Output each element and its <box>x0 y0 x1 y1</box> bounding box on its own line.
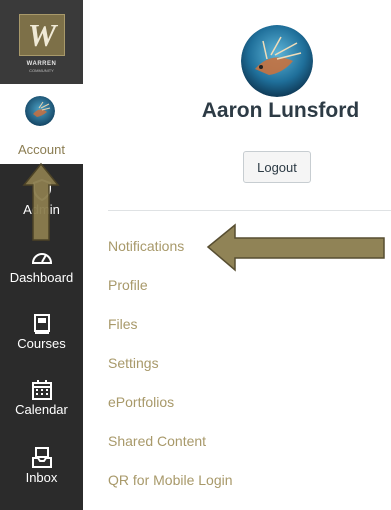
book-icon <box>33 314 50 334</box>
global-nav-calendar[interactable]: Calendar <box>0 378 83 418</box>
profile-avatar <box>241 25 313 97</box>
logout-button[interactable]: Logout <box>243 151 311 183</box>
w-logo-icon: W <box>20 15 64 55</box>
menu-link-eportfolios[interactable]: ePortfolios <box>108 394 174 410</box>
global-nav-account-label: Account <box>18 142 65 157</box>
logo-subtext: COMMUNITY <box>29 68 54 73</box>
global-nav-dashboard-label: Dashboard <box>9 270 74 285</box>
global-nav-admin-label: Admin <box>23 202 60 217</box>
global-navigation: W WARREN COMMUNITY Account Admin Dashboa… <box>0 0 83 510</box>
global-nav-dashboard[interactable]: Dashboard <box>0 246 83 286</box>
avatar-icon <box>25 96 55 126</box>
global-nav-admin[interactable]: Admin <box>0 178 83 218</box>
global-nav-courses[interactable]: Courses <box>0 312 83 352</box>
menu-link-notifications[interactable]: Notifications <box>108 238 184 254</box>
logo-mark: W <box>19 14 65 56</box>
logo-text: WARREN <box>26 61 57 67</box>
menu-link-shared-content[interactable]: Shared Content <box>108 433 206 449</box>
calendar-icon <box>31 380 52 400</box>
menu-link-files[interactable]: Files <box>108 316 138 332</box>
global-nav-calendar-label: Calendar <box>15 402 68 417</box>
svg-text:W: W <box>28 17 59 53</box>
divider <box>108 210 391 211</box>
global-nav-inbox-label: Inbox <box>25 470 58 485</box>
global-nav-courses-label: Courses <box>17 336 66 351</box>
menu-link-qr-mobile-login[interactable]: QR for Mobile Login <box>108 472 233 488</box>
global-nav-inbox[interactable]: Inbox <box>0 446 83 486</box>
menu-link-settings[interactable]: Settings <box>108 355 159 371</box>
canvas-account-tray: W WARREN COMMUNITY Account Admin Dashboa… <box>0 0 391 510</box>
left-arrow-annotation <box>206 223 385 272</box>
institution-logo[interactable]: W WARREN COMMUNITY <box>0 0 83 84</box>
global-nav-account[interactable]: Account <box>0 84 83 164</box>
speedometer-icon <box>31 253 52 264</box>
menu-link-profile[interactable]: Profile <box>108 277 148 293</box>
shield-icon <box>32 178 51 202</box>
inbox-icon <box>31 447 52 468</box>
user-name: Aaron Lunsford <box>201 99 360 122</box>
